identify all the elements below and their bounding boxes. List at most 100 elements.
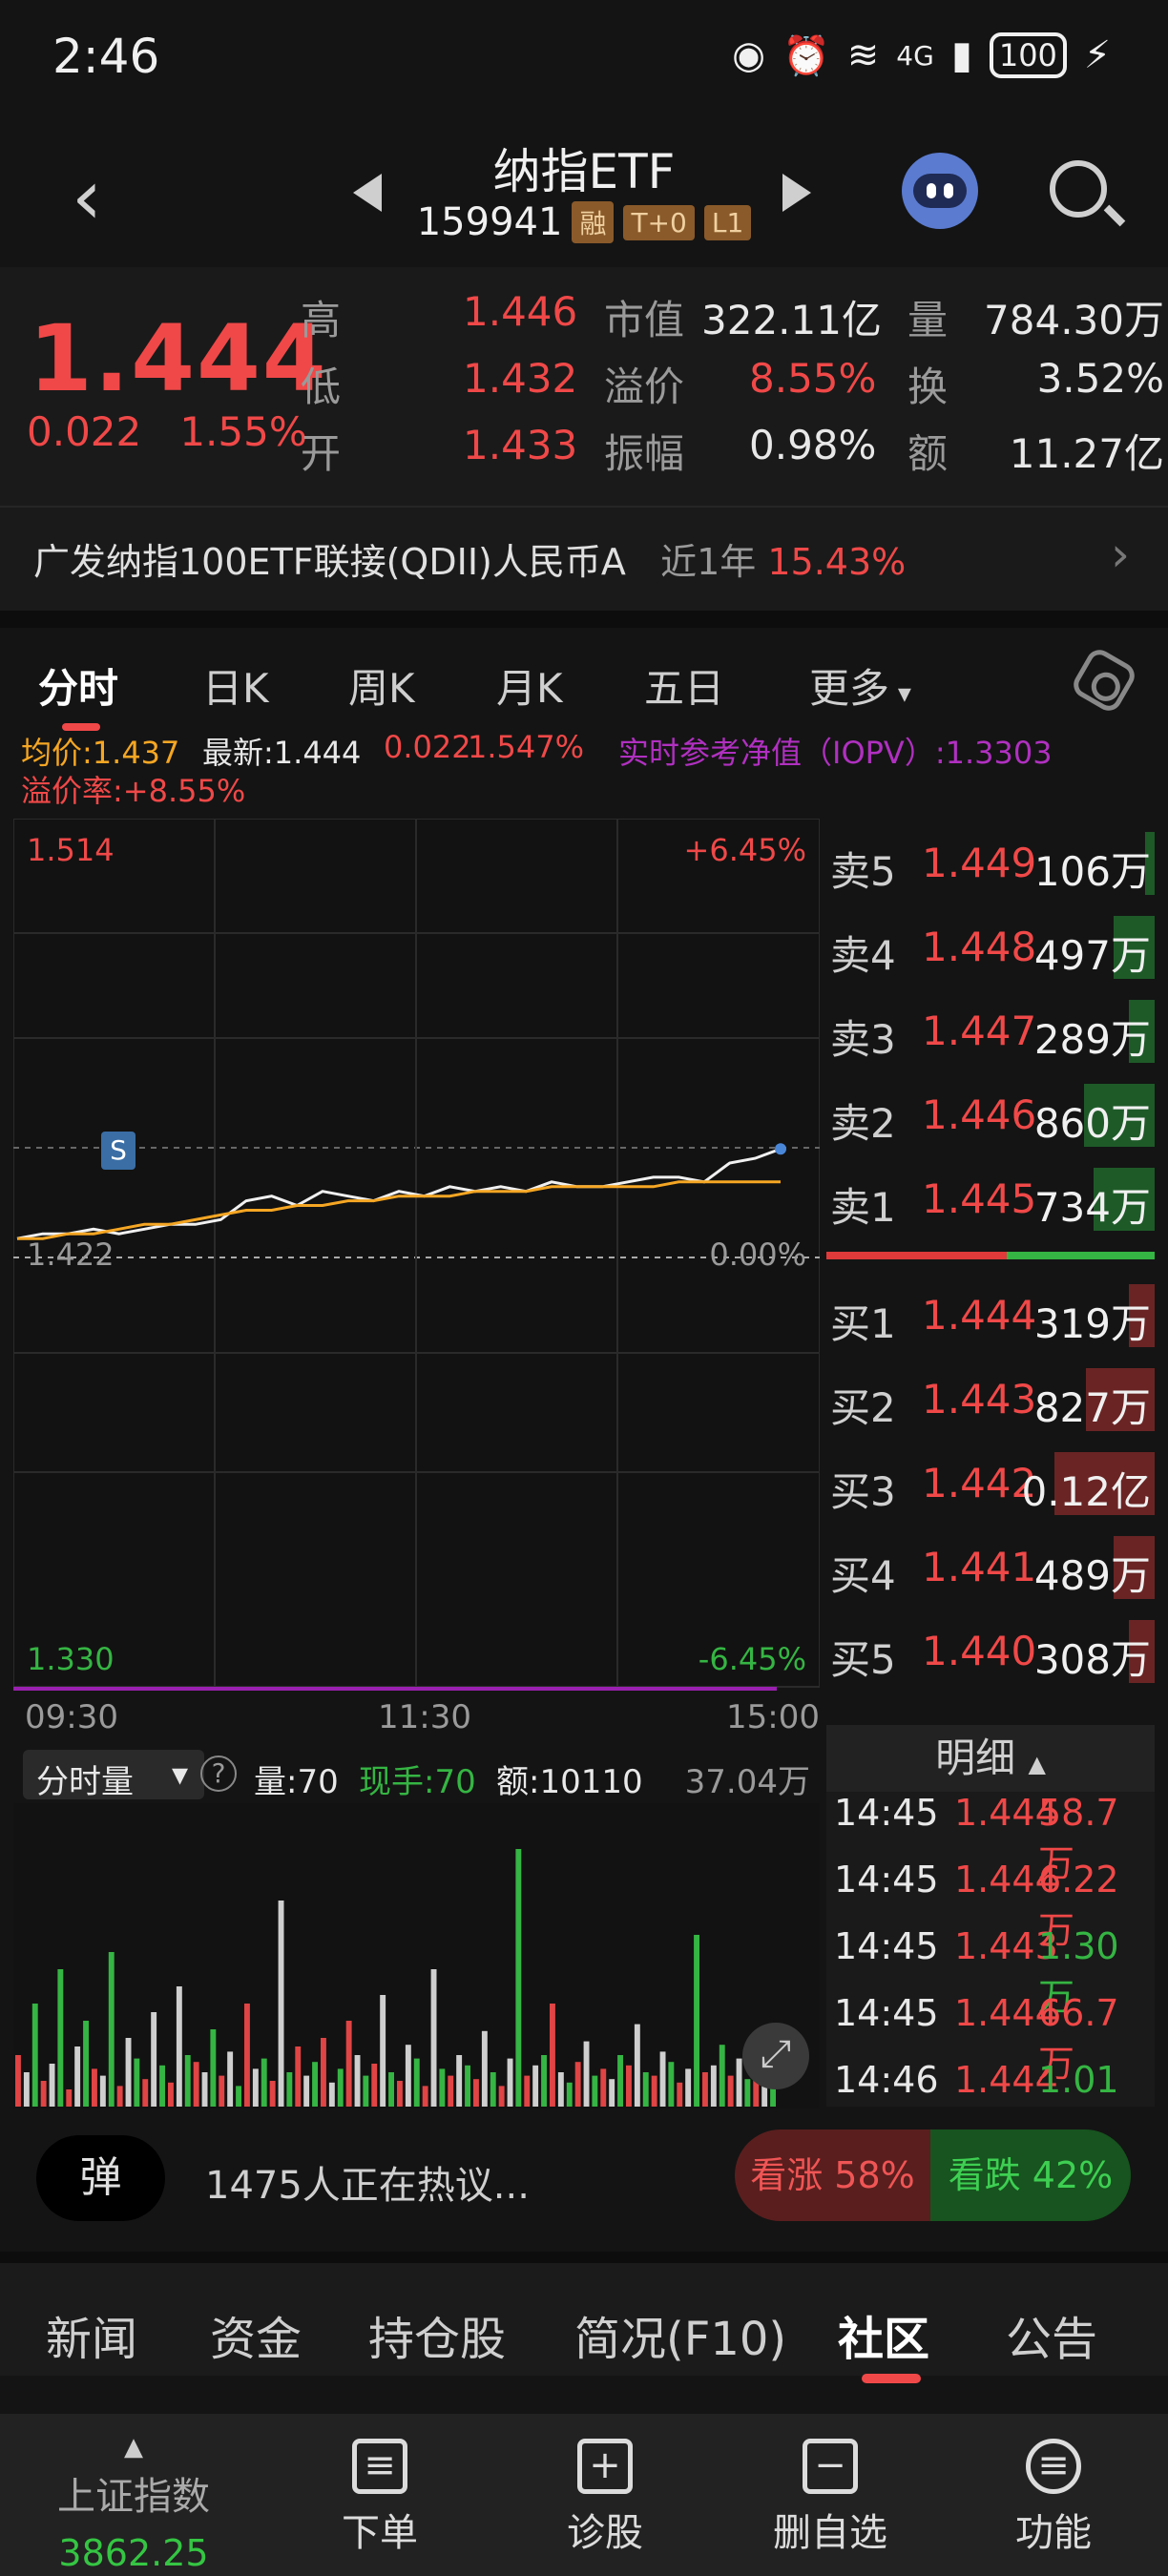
volume-bar [388,2072,394,2107]
volume-bar [481,2030,488,2107]
time-axis: 09:30 11:30 15:00 [13,1698,820,1740]
tab-holdings[interactable]: 持仓股 [368,2301,506,2368]
index-widget[interactable]: ▲ 上证指数 3862.25 [38,2433,229,2574]
volume-bar [617,2055,623,2107]
change-value: 0.022 [27,408,142,455]
next-stock-button[interactable] [782,174,811,212]
quote-panel: 1.444 0.022 1.55% 高 1.446 市值 322.11亿 量 7… [0,267,1168,611]
order-price: 1.444 [922,1292,1037,1339]
bid-row-2[interactable]: 买2 1.443 827万 [826,1355,1155,1439]
bid-row-4[interactable]: 买4 1.441 489万 [826,1523,1155,1607]
bullish-vote-button[interactable]: 看涨 58% [735,2129,930,2221]
bid-row-3[interactable]: 买3 1.442 0.12亿 [826,1439,1155,1523]
volume-bar [685,2068,692,2107]
order-label: 卖3 [830,1016,896,1063]
volume-header: 分时量 ▾ ? 量:70 现手:70 额:10110 37.04万 [13,1746,820,1803]
discussion-count[interactable]: 1475人正在热议... [205,2154,530,2210]
detail-time: 14:46 [834,2059,939,2101]
tab-f10[interactable]: 简况(F10) [574,2301,786,2368]
battery-icon: 100 [989,32,1067,78]
status-icons: ◉ ⏰ ≋ 4G ▮ 100 ⚡ [732,32,1111,78]
volume-bar [125,2038,132,2107]
order-icon: ≡ [352,2439,407,2494]
linked-fund-row[interactable]: 广发纳指100ETF联接(QDII)人民币A 近1年 15.43% › [0,506,1168,592]
nav-order-label: 下单 [342,2511,418,2555]
order-price: 1.443 [922,1376,1037,1423]
ask-row-3[interactable]: 卖3 1.447 289万 [826,987,1155,1070]
eye-icon: ◉ [732,33,765,77]
volume-bar [515,1849,522,2107]
volume-bar [345,2021,352,2107]
volume-bar [490,2072,496,2107]
quote-row-low: 低 1.432 溢价 8.55% 换 3.52% [301,355,1164,410]
fullscreen-icon[interactable]: ⤢ [742,2023,809,2089]
charging-icon: ⚡ [1083,33,1111,77]
help-icon[interactable]: ? [200,1755,237,1792]
volume-bar [295,2046,302,2107]
order-price: 1.441 [922,1544,1037,1590]
volume-bar [219,2075,225,2107]
intraday-chart[interactable]: 1.514 +6.45% 1.422 0.00% 1.330 -6.45% S [12,818,821,1696]
y-top-pct: +6.45% [683,832,806,868]
volume-bar [439,2068,446,2107]
order-vol: 734万 [1033,1184,1151,1231]
volume-bar [524,2075,531,2107]
tab-community[interactable]: 社区 [838,2301,929,2368]
trade-detail[interactable]: 明细 ▲ 14:45 1.444 58.7万 14:45 1.444 6.22万 14:45… [826,1725,1155,2151]
danmu-toggle[interactable]: 弹 [36,2135,165,2221]
bearish-vote-button[interactable]: 看跌 42% [930,2129,1131,2221]
y-mid-pct: 0.00% [709,1236,806,1273]
premium-rate: 溢价率:+8.55% [21,773,246,809]
tab-intraday[interactable]: 分时 [38,656,118,715]
tab-announcements[interactable]: 公告 [1006,2301,1097,2368]
volume-bar [40,2081,47,2107]
volume-bar [642,2072,649,2107]
iopv-value: 实时参考净值（IOPV）:1.3303 [618,735,1053,771]
search-icon[interactable] [1050,160,1107,218]
volume-bar [328,2082,335,2107]
volume-bar [583,2041,590,2107]
volume-bars-svg [13,1803,820,2109]
sell-signal-marker[interactable]: S [101,1132,136,1170]
tab-five-day[interactable]: 五日 [644,656,724,715]
y-top-price: 1.514 [27,832,115,868]
ai-assistant-icon[interactable] [902,153,978,229]
volume-bar [592,2075,598,2107]
nav-diagnose[interactable]: + 诊股 [510,2439,700,2557]
tab-more[interactable]: 更多 ▾ [809,656,911,715]
quote-row-open: 开 1.433 振幅 0.98% 额 11.27亿 [301,422,1164,477]
linked-fund-name: 广发纳指100ETF联接(QDII)人民币A 近1年 15.43% [33,541,907,583]
nav-functions[interactable]: ≡ 功能 [958,2439,1149,2557]
bid-row-5[interactable]: 买5 1.440 308万 [826,1607,1155,1691]
volume-bar [31,2004,38,2107]
volume-max: 37.04万 [684,1763,810,1801]
volume-bar [744,2079,751,2107]
volume-bar [448,2075,454,2107]
settings-icon[interactable] [1069,645,1139,716]
volume-bar [532,2065,539,2107]
volume-bar [677,2082,683,2107]
volume-bar [159,2065,165,2107]
detail-header[interactable]: 明细 ▲ [826,1725,1155,1792]
ask-row-4[interactable]: 卖2 1.446 860万 [826,1070,1155,1154]
bid-row-1[interactable]: 买1 1.444 319万 [826,1271,1155,1355]
tab-monthly-k[interactable]: 月K [496,656,563,715]
functions-icon: ≡ [1026,2439,1081,2494]
ask-row-5[interactable]: 卖1 1.445 734万 [826,1154,1155,1238]
tab-daily-k[interactable]: 日K [202,656,269,715]
index-value: 3862.25 [58,2532,209,2574]
nav-order[interactable]: ≡ 下单 [284,2439,475,2557]
volume-bar [244,2004,250,2107]
volume-bar [278,1901,284,2107]
tab-weekly-k[interactable]: 周K [348,656,415,715]
nav-remove-watchlist[interactable]: − 删自选 [735,2439,926,2557]
price-change: 0.022 1.55% [27,408,307,455]
ask-row-1[interactable]: 卖5 1.449 106万 [826,819,1155,903]
ask-row-2[interactable]: 卖4 1.448 497万 [826,903,1155,987]
header: ‹ 纳指ETF 159941 融 T+0 L1 [0,124,1168,267]
volume-bar [600,2068,607,2107]
tab-news[interactable]: 新闻 [46,2301,137,2368]
volume-bar [227,2051,234,2107]
order-price: 1.447 [922,1008,1037,1054]
tab-funds[interactable]: 资金 [210,2301,302,2368]
